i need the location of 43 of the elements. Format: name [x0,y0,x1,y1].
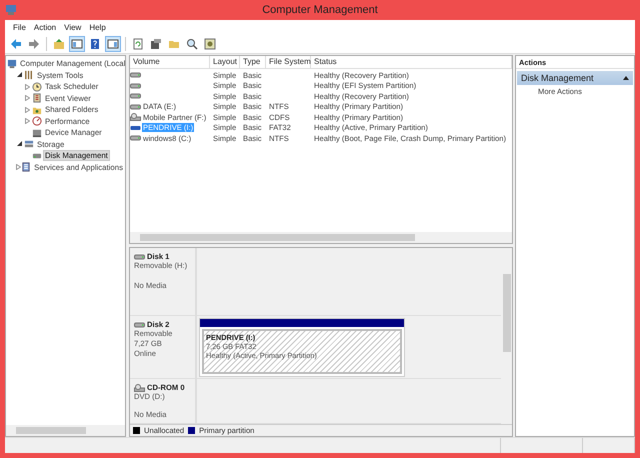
shared-folder-icon [32,104,42,115]
column-header[interactable]: Type [240,56,266,68]
cd-drive-icon [134,384,145,392]
device-icon [32,128,42,138]
horizontal-scrollbar[interactable] [130,232,512,243]
toolbar-button[interactable] [202,36,218,52]
toolbar-button[interactable] [69,36,85,52]
usb-drive-icon [130,124,141,132]
action-section[interactable]: Disk Management [517,71,633,85]
settings-icon [204,38,216,50]
drive-icon [134,320,145,328]
collapsed-arrow-icon[interactable] [16,164,21,170]
computer-icon [7,58,17,69]
menu-item[interactable]: File [9,22,30,32]
column-header[interactable]: Status [311,56,512,68]
gauge-icon [32,116,42,126]
menu-item[interactable]: Action [30,22,60,32]
tools-icon [24,70,34,80]
window-title: Computer Management [261,4,379,16]
search-icon [186,38,198,50]
column-header[interactable]: Volume [130,56,210,68]
folder-up-icon [53,38,65,50]
expanded-arrow-icon[interactable] [17,141,22,148]
help-icon [89,38,101,50]
services-icon [21,162,32,172]
menu-item[interactable]: View [60,22,86,32]
column-header[interactable]: Layout [210,56,240,68]
horizontal-scrollbar[interactable] [6,425,125,436]
toolbar-button[interactable] [105,36,121,52]
expanded-arrow-icon[interactable] [17,72,22,78]
column-header[interactable]: File System [266,56,311,68]
properties-icon [150,38,162,50]
drive-icon [134,252,145,260]
tree-pane-icon [71,38,83,50]
forward-arrow-icon [28,38,40,50]
menu-item[interactable]: Help [85,22,110,32]
app-icon [5,4,17,16]
back-arrow-icon [10,38,22,50]
storage-icon [24,139,34,150]
action-pane-icon [107,38,119,50]
clock-icon [32,82,42,92]
refresh-icon [132,38,144,50]
log-icon [32,93,42,104]
